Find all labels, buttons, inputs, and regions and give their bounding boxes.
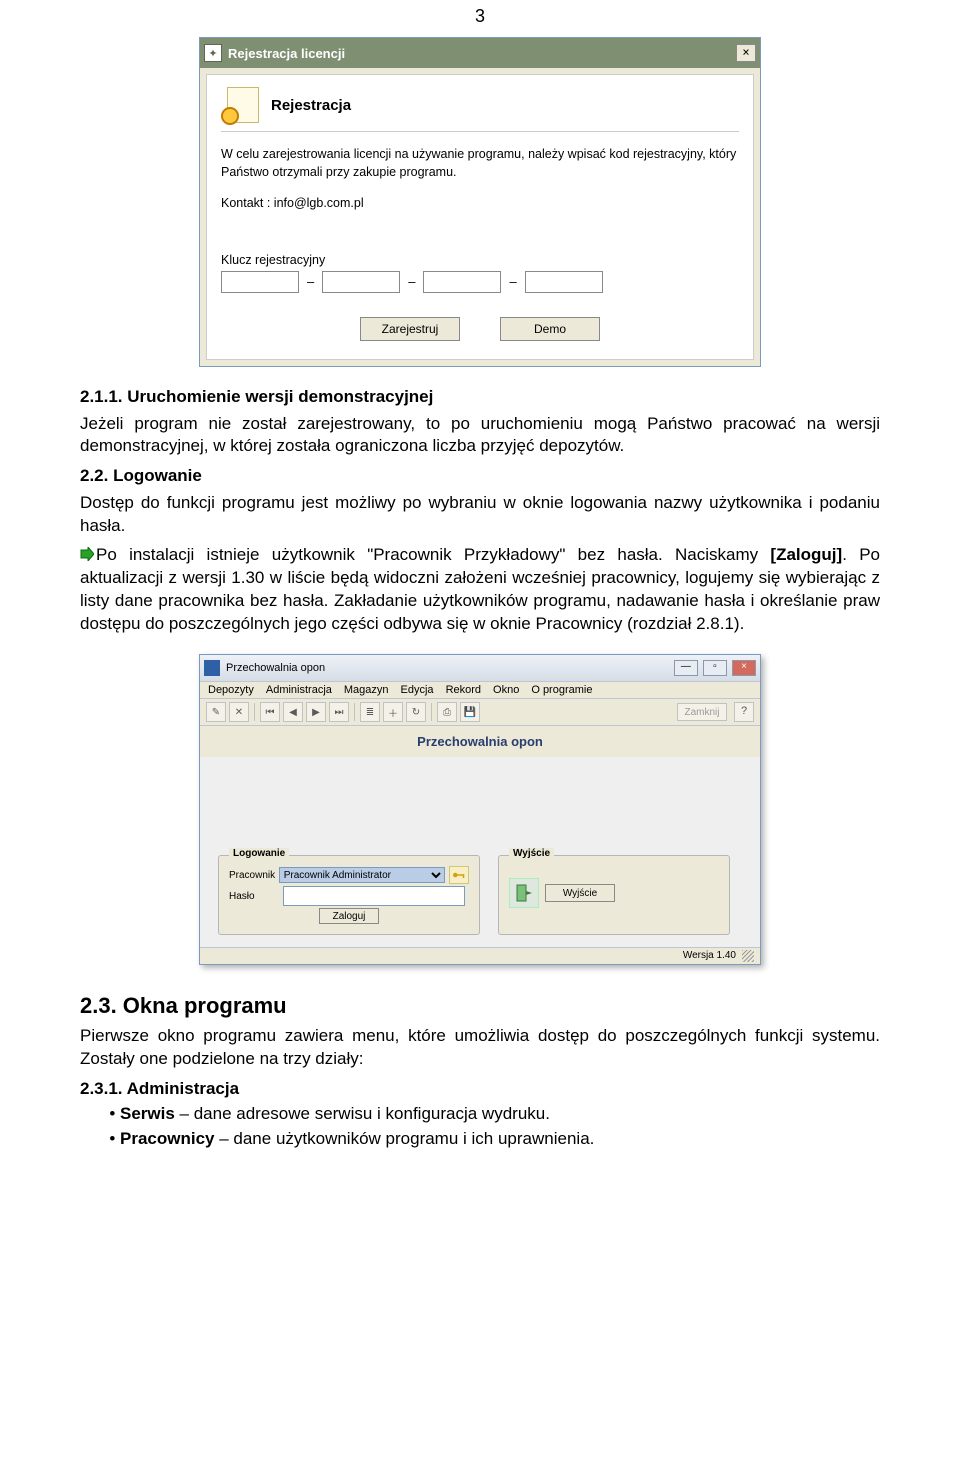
toolbar-plus-icon[interactable]: ＋ <box>383 702 403 722</box>
toolbar-last-icon[interactable]: ⏭ <box>329 702 349 722</box>
para-2-1-1: Jeżeli program nie został zarejestrowany… <box>80 413 880 459</box>
app-title: Przechowalnia opon <box>226 662 672 674</box>
registration-heading: Rejestracja <box>271 97 351 114</box>
bullet-serwis: Serwis – dane adresowe serwisu i konfigu… <box>120 1101 880 1127</box>
zaloguj-reference: [Zaloguj] <box>770 545 842 564</box>
bullet-list-2-3-1: Serwis – dane adresowe serwisu i konfigu… <box>120 1101 880 1152</box>
menu-magazyn[interactable]: Magazyn <box>344 684 389 696</box>
app-window-screenshot: Przechowalnia opon — ▫ × Depozyty Admini… <box>80 654 880 965</box>
key-field-4[interactable] <box>525 271 603 293</box>
toolbar-help-icon[interactable]: ? <box>734 702 754 722</box>
toolbar-save-icon[interactable]: 💾 <box>460 702 480 722</box>
select-pracownik[interactable]: Pracownik Administrator <box>279 867 445 883</box>
toolbar-delete-icon[interactable]: ✕ <box>229 702 249 722</box>
page-number: 3 <box>80 0 880 37</box>
certificate-badge-icon <box>221 85 261 125</box>
certificate-icon: ✦ <box>204 44 222 62</box>
menu-edycja[interactable]: Edycja <box>401 684 434 696</box>
toolbar-close-button[interactable]: Zamknij <box>677 703 727 721</box>
dialog-title: Rejestracja licencji <box>228 46 736 61</box>
resize-grip-icon[interactable] <box>742 950 754 962</box>
toolbar-refresh-icon[interactable]: ↻ <box>406 702 426 722</box>
exit-panel-title: Wyjście <box>509 848 554 859</box>
menu-depozyty[interactable]: Depozyty <box>208 684 254 696</box>
minimize-button[interactable]: — <box>674 660 698 676</box>
input-haslo[interactable] <box>283 886 465 906</box>
heading-2-1-1: 2.1.1. Uruchomienie wersji demonstracyjn… <box>80 387 880 407</box>
register-button[interactable]: Zarejestruj <box>360 317 460 341</box>
demo-button[interactable]: Demo <box>500 317 600 341</box>
heading-2-2: 2.2. Logowanie <box>80 466 880 486</box>
arrow-right-icon <box>80 545 94 559</box>
toolbar-edit-icon[interactable]: ✎ <box>206 702 226 722</box>
menu-administracja[interactable]: Administracja <box>266 684 332 696</box>
registration-contact: Kontakt : info@lgb.com.pl <box>221 195 739 213</box>
close-button[interactable]: × <box>736 44 756 62</box>
exit-door-icon <box>509 878 539 908</box>
registration-dialog: ✦ Rejestracja licencji × Rejestracja W c… <box>199 37 761 367</box>
app-canvas: Logowanie Pracownik Pracownik Administra… <box>200 757 760 947</box>
key-icon <box>449 866 469 884</box>
exit-panel: Wyjście Wyjście <box>498 855 730 935</box>
heading-2-3: 2.3. Okna programu <box>80 993 880 1019</box>
para-2-2-a: Dostęp do funkcji programu jest możliwy … <box>80 492 880 538</box>
registration-dialog-screenshot: ✦ Rejestracja licencji × Rejestracja W c… <box>80 37 880 367</box>
toolbar: ✎ ✕ ⏮ ◀ ▶ ⏭ ≣ ＋ ↻ ⎙ 💾 Zamknij ? <box>200 699 760 726</box>
key-field-2[interactable] <box>322 271 400 293</box>
key-label: Klucz rejestracyjny <box>221 253 739 267</box>
menu-rekord[interactable]: Rekord <box>446 684 481 696</box>
registration-intro-text: W celu zarejestrowania licencji na używa… <box>221 146 739 181</box>
app-icon <box>204 660 220 676</box>
menu-okno[interactable]: Okno <box>493 684 519 696</box>
version-label: Wersja 1.40 <box>683 950 736 962</box>
para-2-2-b: Po instalacji istnieje użytkownik "Praco… <box>80 544 880 636</box>
login-panel-title: Logowanie <box>229 848 289 859</box>
bullet-pracownicy: Pracownicy – dane użytkowników programu … <box>120 1126 880 1152</box>
key-field-1[interactable] <box>221 271 299 293</box>
login-panel: Logowanie Pracownik Pracownik Administra… <box>218 855 480 935</box>
zaloguj-button[interactable]: Zaloguj <box>319 908 379 924</box>
heading-2-3-1: 2.3.1. Administracja <box>80 1079 880 1099</box>
label-haslo: Hasło <box>229 891 283 902</box>
menu-oprogramie[interactable]: O programie <box>531 684 592 696</box>
dialog-titlebar: ✦ Rejestracja licencji × <box>200 38 760 68</box>
toolbar-prev-icon[interactable]: ◀ <box>283 702 303 722</box>
toolbar-first-icon[interactable]: ⏮ <box>260 702 280 722</box>
toolbar-list-icon[interactable]: ≣ <box>360 702 380 722</box>
content-title: Przechowalnia opon <box>200 726 760 757</box>
separator <box>221 131 739 132</box>
para-2-3: Pierwsze okno programu zawiera menu, któ… <box>80 1025 880 1071</box>
close-button[interactable]: × <box>732 660 756 676</box>
statusbar: Wersja 1.40 <box>200 947 760 964</box>
maximize-button[interactable]: ▫ <box>703 660 727 676</box>
toolbar-next-icon[interactable]: ▶ <box>306 702 326 722</box>
label-pracownik: Pracownik <box>229 870 279 881</box>
toolbar-print-icon[interactable]: ⎙ <box>437 702 457 722</box>
menubar: Depozyty Administracja Magazyn Edycja Re… <box>200 682 760 699</box>
wyjscie-button[interactable]: Wyjście <box>545 884 615 902</box>
app-window: Przechowalnia opon — ▫ × Depozyty Admini… <box>199 654 761 965</box>
key-field-3[interactable] <box>423 271 501 293</box>
